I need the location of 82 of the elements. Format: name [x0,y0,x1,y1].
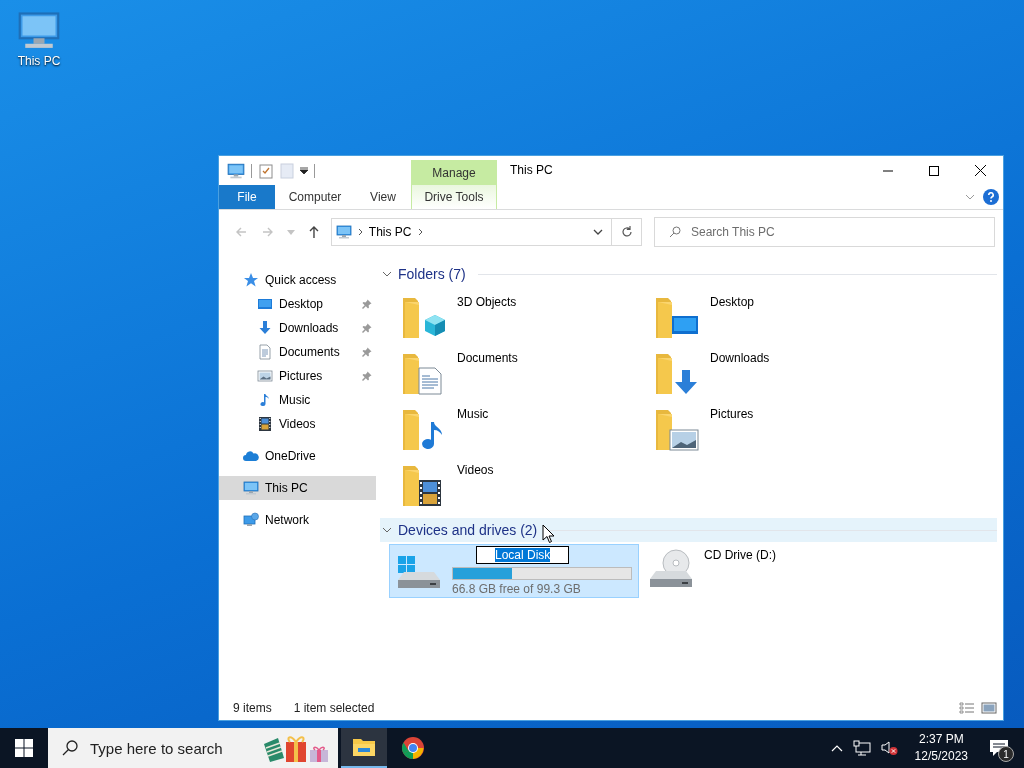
folder-tile[interactable]: Desktop [654,288,907,344]
documents-icon [257,344,273,360]
address-bar[interactable]: This PC [330,218,613,246]
mouse-pointer-icon [542,524,554,544]
drive-tile[interactable]: CD Drive (D:) [642,544,892,598]
desktop-icon [257,296,273,312]
rename-field[interactable]: Local Disk [476,546,570,564]
refresh-button[interactable] [612,218,642,246]
folder-name: Downloads [710,351,770,365]
large-icons-view-icon[interactable] [981,701,997,715]
onedrive-icon [243,448,259,464]
volume-icon[interactable] [880,740,899,756]
chevron-right-icon [417,228,423,236]
notification-count: 1 [998,746,1014,762]
nav-item[interactable]: Music [219,388,376,412]
desktop-icon-label[interactable]: This PC [17,54,61,68]
folder-tile[interactable]: 3D Objects [401,288,654,344]
show-hidden-icons-icon[interactable] [830,744,843,752]
ribbon-tab[interactable]: View [355,185,411,209]
folder-name: Videos [457,463,494,477]
expand-ribbon-icon[interactable] [965,194,975,200]
chevron-icon [382,269,392,279]
downloads-icon [257,320,273,336]
folder-name: Desktop [710,295,755,309]
taskbar-search-field[interactable]: Type here to search [48,728,338,768]
nav-item[interactable]: Videos [219,412,376,436]
ribbon-tab[interactable]: Computer [275,185,355,209]
nav-item[interactable]: Network [219,508,376,532]
breadcrumb[interactable]: This PC [368,225,412,239]
file-tab[interactable]: File [219,185,275,209]
folder-tile[interactable]: Music [401,400,654,456]
nav-item[interactable]: OneDrive [219,444,376,468]
nav-item[interactable]: Downloads [219,316,376,340]
help-icon[interactable] [983,189,999,205]
window-title: This PC [510,162,553,177]
quick-access-icon [243,272,259,288]
search-icon [668,226,681,238]
pictures-icon [257,368,273,384]
properties-icon[interactable] [258,162,274,179]
computer-icon [335,224,352,240]
chevron-icon [382,525,392,535]
folder-name: Pictures [710,407,754,421]
search-field[interactable]: Search This PC [653,217,995,247]
videos-icon [257,416,273,432]
folder-tile[interactable]: Pictures [654,400,907,456]
refresh-icon [620,226,633,238]
folder-icon [352,737,376,757]
network-icon [243,512,259,528]
maximize-icon [929,165,939,176]
windows-logo-icon [15,739,33,757]
nav-item[interactable]: Documents [219,340,376,364]
pc-icon [243,480,259,496]
folder-tile[interactable]: Downloads [654,344,907,400]
status-text: 9 items [233,701,272,715]
clock[interactable]: 2:37 PM 12/5/2023 [908,731,974,765]
search-icon [62,740,78,756]
dropdown-icon[interactable] [593,229,604,235]
drive-name: CD Drive (D:) [704,548,777,562]
nav-item[interactable]: Desktop [219,292,376,316]
context-tab-label: Manage [411,160,497,185]
group-header[interactable]: Folders (7) [380,262,997,286]
action-center-button[interactable]: 1 [984,733,1014,763]
network-icon[interactable] [852,740,871,756]
close-icon [974,165,986,176]
nav-item[interactable]: Quick access [219,268,376,292]
nav-item[interactable]: Pictures [219,364,376,388]
folder-name: Music [457,407,489,421]
taskbar-app[interactable] [341,728,387,768]
folder-name: 3D Objects [457,295,517,309]
status-text: 1 item selected [293,701,375,715]
drive-tile[interactable]: Local Disk 66.8 GB free of 99.3 GB [389,544,639,598]
folder-name: Documents [457,351,518,365]
nav-item[interactable]: This PC [219,476,376,500]
computer-icon[interactable] [227,161,245,180]
customize-toolbar-icon[interactable] [300,166,308,175]
folder-tile[interactable]: Videos [401,456,654,512]
folder-tile[interactable]: Documents [401,344,654,400]
chevron-right-icon [357,228,363,236]
browser-icon [401,736,425,760]
group-header[interactable]: Devices and drives (2) [380,518,997,542]
details-view-icon[interactable] [959,701,975,715]
free-space-text: 66.8 GB free of 99.3 GB [452,582,582,596]
